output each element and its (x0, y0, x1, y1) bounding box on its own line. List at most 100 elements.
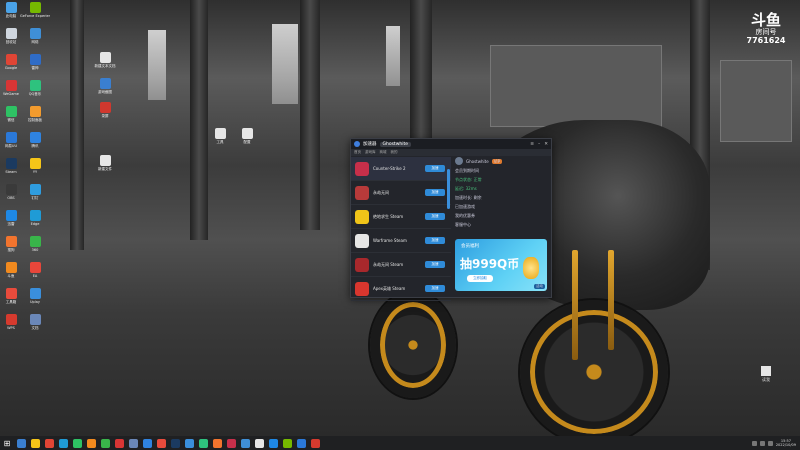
game-icon (355, 209, 369, 224)
accelerate-button[interactable]: 加速 (425, 213, 445, 220)
game-icon (355, 281, 369, 296)
user-chip[interactable]: Ghostwhite (379, 141, 412, 147)
windows-start-icon[interactable]: ⊞ (0, 436, 14, 450)
tab-store[interactable]: 商城 (380, 150, 387, 155)
taskbar-app-icon[interactable] (240, 438, 250, 448)
avatar[interactable] (455, 157, 463, 165)
taskbar-app-icon[interactable] (86, 438, 96, 448)
desktop-file[interactable]: 工具 (205, 128, 235, 144)
taskbar-app-icon[interactable] (282, 438, 292, 448)
ime-icon[interactable] (767, 440, 773, 446)
desktop-icon[interactable]: 网络 (20, 28, 50, 44)
window-titlebar[interactable]: 加速器 Ghostwhite ≡ – ✕ (351, 139, 551, 149)
taskbar-app-icon[interactable] (44, 438, 54, 448)
desktop-icon[interactable]: 雷神 (20, 54, 50, 70)
desktop-file-label: 新建文件 (98, 167, 112, 171)
taskbar-app-icon[interactable] (128, 438, 138, 448)
panel-status: 节点状态: 正常 (455, 177, 482, 182)
watermark-room-label: 房间号 (755, 28, 777, 36)
panel-line[interactable]: 客服中心 (455, 222, 547, 228)
desktop-file[interactable]: 新建文件 (90, 155, 120, 171)
taskbar-app-icon[interactable] (268, 438, 278, 448)
game-row[interactable]: 永劫无间 加速 (351, 181, 451, 205)
taskbar-app-icon[interactable] (254, 438, 264, 448)
desktop-file-bottom-right[interactable]: 读我 (748, 366, 784, 383)
taskbar-app-icon[interactable] (100, 438, 110, 448)
volume-icon[interactable] (759, 440, 765, 446)
taskbar-app-icon[interactable] (170, 438, 180, 448)
app-icon (29, 210, 41, 221)
app-icon (5, 2, 17, 13)
desktop-icon[interactable]: Uplay (20, 288, 50, 304)
game-row[interactable]: 绝地求生 Steam 加速 (351, 205, 451, 229)
banner-button[interactable]: 立即抽取 (467, 275, 493, 282)
desktop-file[interactable]: 游戏截图 (90, 78, 120, 94)
desktop-file[interactable]: 新建文本文档 (90, 52, 120, 68)
desktop-icon[interactable]: 文档 (20, 314, 50, 330)
desktop-file-label: 配置 (243, 140, 251, 144)
panel-line[interactable]: 我的优惠券 (455, 213, 547, 219)
tab-mine[interactable]: 我的 (391, 150, 398, 155)
menu-icon[interactable]: ≡ (530, 142, 534, 147)
game-name: Warframe Steam (373, 238, 407, 243)
promo-banner[interactable]: 会员福利 抽999Q币 立即抽取 活动 (455, 239, 547, 291)
game-row[interactable]: 永劫无间 Steam 加速 (351, 253, 451, 277)
wallpaper-window (272, 24, 298, 104)
desktop-file-label: 新建文本文档 (94, 64, 116, 68)
taskbar-app-icon[interactable] (310, 438, 320, 448)
game-name: Counter-Strike 2 (373, 166, 406, 171)
desktop-icon[interactable]: Edge (20, 210, 50, 226)
clock[interactable]: 15:57 2022/10/09 (776, 439, 796, 447)
desktop-icon[interactable]: 钉钉 (20, 184, 50, 200)
desktop-file[interactable]: 录屏 (90, 102, 120, 118)
desktop-icon[interactable]: EA (20, 262, 50, 278)
desktop-icon-label: 网络 (31, 40, 39, 44)
game-list-scrollbar[interactable] (447, 169, 450, 209)
taskbar-app-icon[interactable] (184, 438, 194, 448)
desktop-icon-label: YY (32, 170, 38, 174)
desktop-icon[interactable]: 360 (20, 236, 50, 252)
game-row[interactable]: Warframe Steam 加速 (351, 229, 451, 253)
accelerate-button[interactable]: 加速 (425, 165, 445, 172)
accelerator-window[interactable]: 加速器 Ghostwhite ≡ – ✕ 首页 游戏库 商城 我的 Counte… (350, 138, 552, 301)
accelerate-button[interactable]: 加速 (425, 237, 445, 244)
game-list[interactable]: Counter-Strike 2 加速 永劫无间 加速 绝地求生 Steam 加速 Warf… (351, 157, 451, 301)
taskbar-app-icon[interactable] (198, 438, 208, 448)
desktop-icon[interactable]: 控制面板 (20, 106, 50, 122)
taskbar-app-icon[interactable] (212, 438, 222, 448)
taskbar-app-icon[interactable] (156, 438, 166, 448)
taskbar: ⊞ 15:57 2022/10/09 (0, 436, 800, 450)
tab-library[interactable]: 游戏库 (365, 150, 376, 155)
taskbar-app-icon[interactable] (114, 438, 124, 448)
tab-home[interactable]: 首页 (354, 150, 361, 155)
desktop-icon[interactable]: GeForce Experience (20, 2, 50, 18)
accelerate-button[interactable]: 加速 (425, 189, 445, 196)
app-icon (5, 262, 17, 273)
app-icon (29, 2, 41, 13)
close-icon[interactable]: ✕ (544, 142, 548, 147)
desktop-icon[interactable]: 腾讯 (20, 132, 50, 148)
banner-title: 会员福利 (461, 244, 479, 249)
desktop-icon[interactable]: YY (20, 158, 50, 174)
taskbar-app-icon[interactable] (296, 438, 306, 448)
taskbar-app-icon[interactable] (226, 438, 236, 448)
app-icon (5, 210, 17, 221)
minimize-icon[interactable]: – (538, 142, 540, 147)
taskbar-app-icon[interactable] (30, 438, 40, 448)
taskbar-app-icon[interactable] (16, 438, 26, 448)
taskbar-app-icon[interactable] (72, 438, 82, 448)
app-logo-icon (354, 141, 360, 147)
taskbar-app-icon[interactable] (142, 438, 152, 448)
panel-line[interactable]: 已加速游戏 (455, 204, 547, 210)
desktop-file[interactable]: 配置 (232, 128, 262, 144)
taskbar-app-icon[interactable] (58, 438, 68, 448)
desktop-icon[interactable]: QQ音乐 (20, 80, 50, 96)
network-icon[interactable] (751, 440, 757, 446)
wallpaper-pillar (300, 0, 320, 230)
accelerate-button[interactable]: 加速 (425, 285, 445, 292)
game-row[interactable]: Counter-Strike 2 加速 (351, 157, 451, 181)
game-row[interactable]: Apex英雄 Steam 加速 (351, 277, 451, 301)
accelerate-button[interactable]: 加速 (425, 261, 445, 268)
account-panel: Ghostwhite VIP 会员到期时间 节点状态: 正常 延迟: 32ms … (455, 157, 547, 293)
app-icon (5, 288, 17, 299)
